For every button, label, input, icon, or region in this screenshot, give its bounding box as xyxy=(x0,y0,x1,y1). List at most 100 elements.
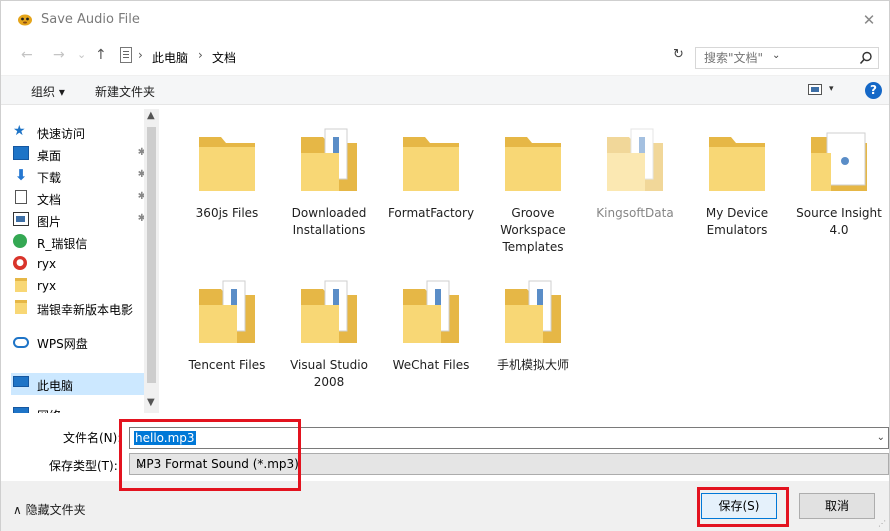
sidebar-item-desktop[interactable]: 桌面 ✱ xyxy=(11,143,146,165)
folder-label: Visual Studio 2008 xyxy=(290,358,368,389)
folder-icon xyxy=(199,137,255,191)
sidebar-item-network[interactable]: 网络 xyxy=(11,399,144,413)
recent-locations-button[interactable]: ⌄ xyxy=(77,48,86,61)
window-title: Save Audio File xyxy=(41,12,140,27)
app-icon: ● xyxy=(13,256,27,270)
file-name-input[interactable]: hello.mp3 ⌄ xyxy=(129,427,889,449)
star-icon: ★ xyxy=(13,123,26,139)
sidebar-item-quick-access[interactable]: ★ 快速访问 xyxy=(11,121,144,143)
sidebar-item-r-ruiyinxin[interactable]: R_瑞银信 xyxy=(11,231,144,253)
file-type-label: 保存类型(T): xyxy=(49,459,118,473)
folder-label: FormatFactory xyxy=(387,206,475,220)
folder-item-downloaded-installations[interactable]: Downloaded Installations xyxy=(279,115,379,255)
folder-item-tencent-files[interactable]: Tencent Files xyxy=(177,267,277,407)
file-name-row: 文件名(N): hello.mp3 ⌄ xyxy=(1,424,889,450)
chevron-down-icon[interactable]: ⌄ xyxy=(136,457,885,471)
sidebar-item-downloads[interactable]: ⬇ 下载 ✱ xyxy=(11,165,146,187)
sidebar-item-documents[interactable]: 文档 ✱ xyxy=(11,187,146,209)
sidebar-item-label: 网络 xyxy=(37,407,144,413)
forward-button[interactable]: → xyxy=(53,47,65,63)
folder-item-my-device-emulators[interactable]: My Device Emulators xyxy=(687,115,787,255)
folder-label: My Device Emulators xyxy=(705,206,769,237)
new-folder-button[interactable]: 新建文件夹 xyxy=(95,83,155,100)
scrollbar-thumb[interactable] xyxy=(147,127,156,383)
sidebar-item-label: 快速访问 xyxy=(37,127,86,141)
help-icon[interactable]: ? xyxy=(865,82,882,99)
sidebar-scrollbar[interactable]: ▲ ▼ xyxy=(144,109,159,413)
crumb-separator: › xyxy=(138,48,143,62)
documents-folder-icon xyxy=(199,280,255,343)
folder-item-formatfactory[interactable]: FormatFactory xyxy=(381,115,481,255)
view-options-icon[interactable] xyxy=(808,84,822,95)
command-toolbar: 组织 ▾ 新建文件夹 ▾ ? xyxy=(1,75,889,105)
address-row: ← → ⌄ ↑ › 此电脑 › 文档 ⌄ ↻ xyxy=(1,40,889,70)
chevron-down-icon[interactable]: ⌄ xyxy=(877,432,885,443)
folder-icon xyxy=(15,278,27,292)
file-name-value[interactable]: hello.mp3 xyxy=(134,431,196,445)
refresh-icon[interactable]: ↻ xyxy=(673,47,684,62)
crumb-this-pc[interactable]: 此电脑 xyxy=(152,49,188,66)
organize-menu[interactable]: 组织 ▾ xyxy=(31,83,65,100)
sidebar-item-ryx-app[interactable]: ● ryx xyxy=(11,253,144,275)
app-icon xyxy=(18,14,32,26)
save-audio-dialog: Save Audio File ✕ ← → ⌄ ↑ › 此电脑 › 文档 ⌄ ↻… xyxy=(0,0,890,531)
folder-label: WeChat Files xyxy=(392,358,470,372)
navigation-pane: ★ 快速访问 桌面 ✱ ⬇ 下载 ✱ 文档 ✱ 图片 ✱ R_瑞银信 ● ryx… xyxy=(11,109,158,413)
cloud-icon xyxy=(13,337,29,348)
document-icon xyxy=(15,190,27,204)
scroll-down-icon[interactable]: ▼ xyxy=(147,397,155,408)
cancel-button[interactable]: 取消 xyxy=(799,493,875,519)
folder-label: Tencent Files xyxy=(188,358,266,372)
dialog-footer: ∧ 隐藏文件夹 保存(S) 取消 ⋰ xyxy=(1,481,889,531)
sidebar-item-wps-drive[interactable]: WPS网盘 xyxy=(11,331,144,353)
sidebar-item-label: 此电脑 xyxy=(37,379,74,393)
save-button[interactable]: 保存(S) xyxy=(701,493,777,519)
file-type-select[interactable]: MP3 Format Sound (*.mp3) ⌄ xyxy=(129,453,889,475)
folder-item-groove-workspace-templates[interactable]: Groove Workspace Templates xyxy=(483,115,583,255)
sidebar-item-ryx-folder[interactable]: ryx xyxy=(11,275,144,297)
app-icon xyxy=(13,234,27,248)
folder-icon xyxy=(15,300,27,314)
sidebar-item-ruiyinxin-new[interactable]: 瑞银幸新版本电影 xyxy=(11,297,144,319)
back-button[interactable]: ← xyxy=(21,47,33,63)
scroll-up-icon[interactable]: ▲ xyxy=(147,110,155,121)
title-bar[interactable]: Save Audio File ✕ xyxy=(1,1,889,39)
folder-item-source-insight[interactable]: Source Insight 4.0 xyxy=(789,115,889,255)
crumb-documents[interactable]: 文档 xyxy=(212,49,236,66)
folder-item-wechat-files[interactable]: WeChat Files xyxy=(381,267,481,407)
folder-item-phone-emulator[interactable]: 手机模拟大师 xyxy=(483,267,583,407)
up-button[interactable]: ↑ xyxy=(95,47,107,63)
folder-label: Source Insight 4.0 xyxy=(796,206,882,237)
file-name-label: 文件名(N): xyxy=(63,431,122,445)
search-box[interactable] xyxy=(695,47,879,69)
address-bar[interactable]: › 此电脑 › 文档 ⌄ xyxy=(117,44,780,66)
folder-icon xyxy=(709,137,765,191)
search-icon[interactable] xyxy=(859,51,873,65)
folder-item-360js-files[interactable]: 360js Files xyxy=(177,115,277,255)
documents-folder-icon xyxy=(301,128,357,191)
sidebar-item-label: ryx xyxy=(37,279,57,293)
folder-item-visual-studio-2008[interactable]: Visual Studio 2008 xyxy=(279,267,379,407)
chevron-down-icon[interactable]: ▾ xyxy=(829,84,834,94)
crumb-separator: › xyxy=(198,48,203,62)
hide-folders-toggle[interactable]: ∧ 隐藏文件夹 xyxy=(13,501,86,518)
search-input[interactable] xyxy=(696,48,856,68)
documents-folder-icon xyxy=(301,280,357,343)
resize-grip-icon[interactable]: ⋰ xyxy=(878,519,886,528)
document-icon xyxy=(120,47,132,63)
sidebar-item-label: 桌面 xyxy=(37,149,62,163)
sidebar-item-label: 文档 xyxy=(37,193,62,207)
file-list-pane: 360js Files Downloaded Installations For… xyxy=(159,109,889,413)
sidebar-item-this-pc[interactable]: 此电脑 xyxy=(11,373,144,395)
folder-icon xyxy=(505,137,561,191)
documents-folder-icon xyxy=(505,280,561,343)
hidden-folder-icon xyxy=(607,128,663,191)
folder-label: Downloaded Installations xyxy=(291,206,367,237)
folder-label: KingsoftData xyxy=(596,206,674,220)
sidebar-item-label: 图片 xyxy=(37,215,62,229)
close-icon[interactable]: ✕ xyxy=(859,10,879,30)
sidebar-item-label: R_瑞银信 xyxy=(37,237,88,251)
folder-item-kingsoftdata[interactable]: KingsoftData xyxy=(585,115,685,255)
sidebar-item-pictures[interactable]: 图片 ✱ xyxy=(11,209,146,231)
network-icon xyxy=(13,407,29,413)
